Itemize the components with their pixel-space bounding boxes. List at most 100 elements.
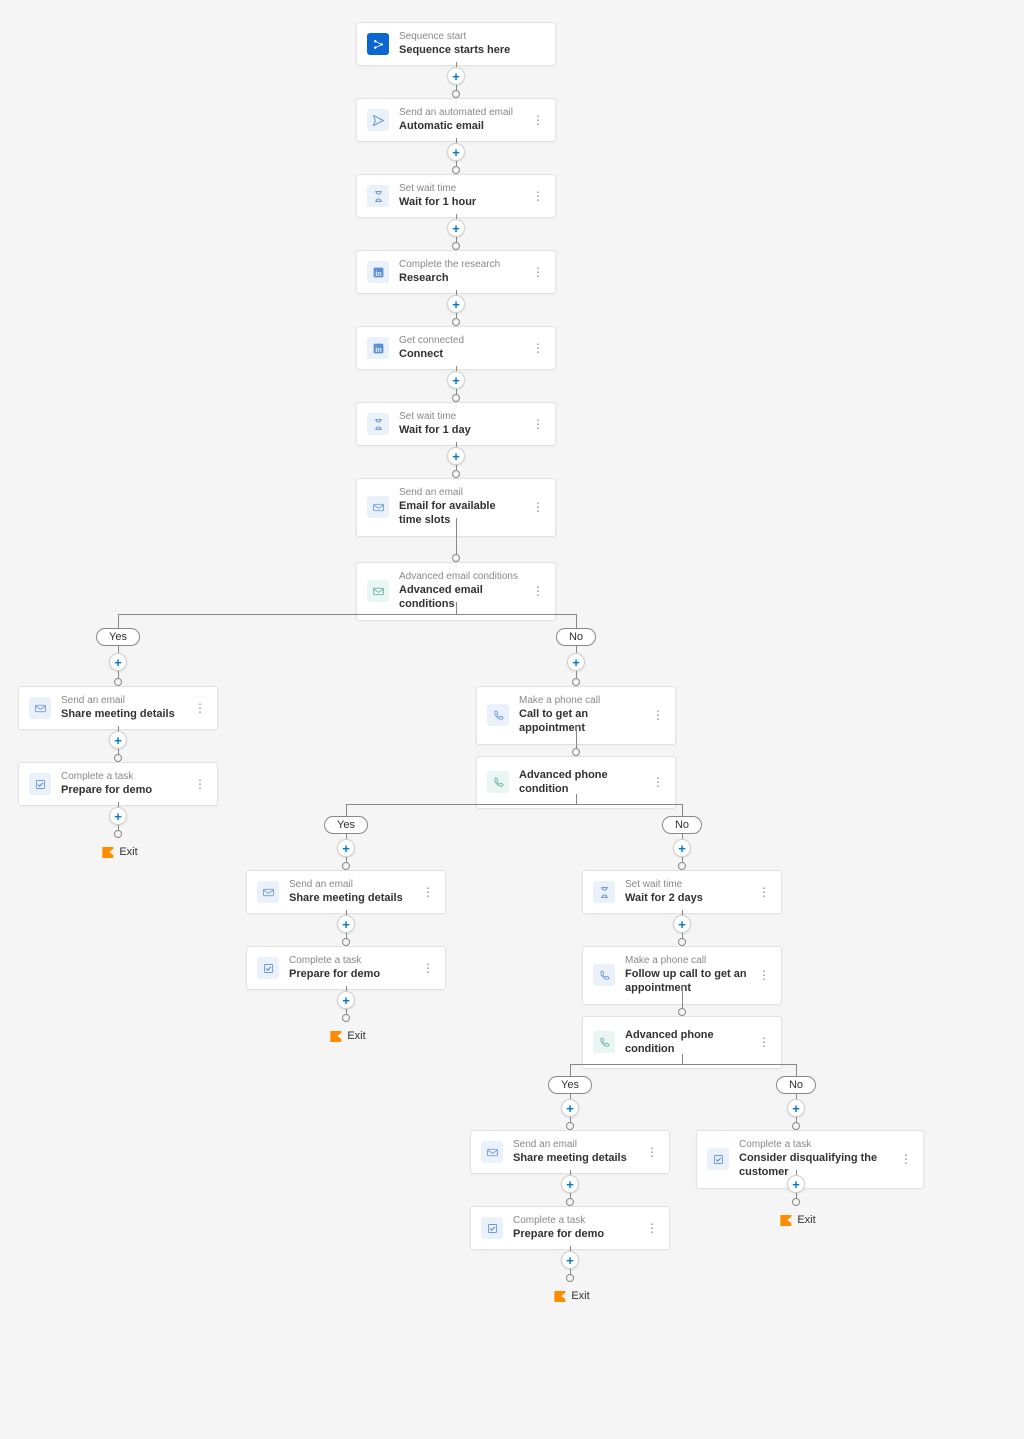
node-label: Get connected: [399, 335, 521, 347]
add-step-button[interactable]: +: [567, 653, 585, 671]
connector-dot: [342, 862, 350, 870]
add-step-button[interactable]: +: [673, 915, 691, 933]
more-options-button[interactable]: ⋮: [531, 262, 545, 282]
exit-label: Exit: [571, 1290, 589, 1302]
node-share-meeting-details-2[interactable]: Send an email Share meeting details ⋮: [246, 870, 446, 914]
node-wait-1-day[interactable]: Set wait time Wait for 1 day ⋮: [356, 402, 556, 446]
node-title: Share meeting details: [513, 1151, 635, 1165]
node-label: Complete the research: [399, 259, 521, 271]
more-options-button[interactable]: ⋮: [531, 414, 545, 434]
connector-dot: [452, 90, 460, 98]
node-label: Make a phone call: [519, 695, 641, 707]
node-prepare-demo-2[interactable]: Complete a task Prepare for demo ⋮: [246, 946, 446, 990]
add-step-button[interactable]: +: [447, 295, 465, 313]
more-options-button[interactable]: ⋮: [645, 1142, 659, 1162]
connector-dot: [566, 1274, 574, 1282]
node-share-meeting-details-1[interactable]: Send an email Share meeting details ⋮: [18, 686, 218, 730]
more-options-button[interactable]: ⋮: [193, 698, 207, 718]
connector-dot: [342, 938, 350, 946]
node-label: Make a phone call: [625, 955, 747, 967]
add-step-button[interactable]: +: [447, 143, 465, 161]
node-title: Advanced email conditions: [399, 583, 521, 612]
add-step-button[interactable]: +: [673, 839, 691, 857]
phone-icon: [487, 704, 509, 726]
node-wait-1-hour[interactable]: Set wait time Wait for 1 hour ⋮: [356, 174, 556, 218]
node-connect[interactable]: in Get connected Connect ⋮: [356, 326, 556, 370]
more-options-button[interactable]: ⋮: [531, 497, 545, 517]
more-options-button[interactable]: ⋮: [531, 186, 545, 206]
flow-canvas: Sequence start Sequence starts here + Se…: [0, 0, 1024, 1439]
flag-icon: [554, 1291, 565, 1302]
add-step-button[interactable]: +: [337, 915, 355, 933]
connector-dot: [678, 938, 686, 946]
node-title: Prepare for demo: [289, 967, 411, 981]
node-label: Send an email: [399, 487, 521, 499]
add-step-button[interactable]: +: [561, 1099, 579, 1117]
task-icon: [29, 773, 51, 795]
node-label: Complete a task: [513, 1215, 635, 1227]
more-options-button[interactable]: ⋮: [531, 338, 545, 358]
more-options-button[interactable]: ⋮: [645, 1218, 659, 1238]
add-step-button[interactable]: +: [447, 67, 465, 85]
branch-no: No: [662, 816, 702, 834]
node-label: Send an email: [61, 695, 183, 707]
condition-icon: [367, 580, 389, 602]
connector-dot: [452, 554, 460, 562]
node-label: Sequence start: [399, 31, 545, 43]
linkedin-icon: in: [367, 261, 389, 283]
flag-icon: [780, 1215, 791, 1226]
more-options-button[interactable]: ⋮: [757, 1032, 771, 1052]
add-step-button[interactable]: +: [787, 1099, 805, 1117]
node-share-meeting-details-3[interactable]: Send an email Share meeting details ⋮: [470, 1130, 670, 1174]
branch-yes: Yes: [324, 816, 368, 834]
more-options-button[interactable]: ⋮: [421, 882, 435, 902]
flow-start-icon: [367, 33, 389, 55]
node-title: Wait for 2 days: [625, 891, 747, 905]
add-step-button[interactable]: +: [787, 1175, 805, 1193]
exit-marker: Exit: [102, 846, 137, 858]
node-automated-email[interactable]: Send an automated email Automatic email …: [356, 98, 556, 142]
add-step-button[interactable]: +: [447, 219, 465, 237]
connector-dot: [566, 1122, 574, 1130]
node-title: Wait for 1 day: [399, 423, 521, 437]
connector-dot: [452, 470, 460, 478]
more-options-button[interactable]: ⋮: [531, 581, 545, 601]
connector-dot: [452, 166, 460, 174]
more-options-button[interactable]: ⋮: [757, 882, 771, 902]
node-wait-2-days[interactable]: Set wait time Wait for 2 days ⋮: [582, 870, 782, 914]
add-step-button[interactable]: +: [109, 807, 127, 825]
node-disqualify-customer[interactable]: Complete a task Consider disqualifying t…: [696, 1130, 924, 1189]
node-title: Prepare for demo: [61, 783, 183, 797]
more-options-button[interactable]: ⋮: [651, 772, 665, 792]
node-title: Share meeting details: [61, 707, 183, 721]
add-step-button[interactable]: +: [109, 731, 127, 749]
flag-icon: [330, 1031, 341, 1042]
add-step-button[interactable]: +: [109, 653, 127, 671]
more-options-button[interactable]: ⋮: [531, 110, 545, 130]
add-step-button[interactable]: +: [337, 991, 355, 1009]
node-prepare-demo-3[interactable]: Complete a task Prepare for demo ⋮: [470, 1206, 670, 1250]
more-options-button[interactable]: ⋮: [651, 705, 665, 725]
connector: [570, 1064, 796, 1065]
task-icon: [481, 1217, 503, 1239]
node-prepare-demo-1[interactable]: Complete a task Prepare for demo ⋮: [18, 762, 218, 806]
connector-dot: [114, 830, 122, 838]
connector-dot: [566, 1198, 574, 1206]
add-step-button[interactable]: +: [447, 447, 465, 465]
node-title: Sequence starts here: [399, 43, 545, 57]
node-sequence-start[interactable]: Sequence start Sequence starts here: [356, 22, 556, 66]
node-title: Email for available time slots: [399, 499, 521, 528]
add-step-button[interactable]: +: [561, 1175, 579, 1193]
add-step-button[interactable]: +: [561, 1251, 579, 1269]
more-options-button[interactable]: ⋮: [193, 774, 207, 794]
connector-dot: [678, 862, 686, 870]
more-options-button[interactable]: ⋮: [757, 965, 771, 985]
connector-dot: [452, 394, 460, 402]
node-title: Share meeting details: [289, 891, 411, 905]
add-step-button[interactable]: +: [447, 371, 465, 389]
more-options-button[interactable]: ⋮: [421, 958, 435, 978]
more-options-button[interactable]: ⋮: [899, 1149, 913, 1169]
node-research[interactable]: in Complete the research Research ⋮: [356, 250, 556, 294]
node-title: Research: [399, 271, 521, 285]
add-step-button[interactable]: +: [337, 839, 355, 857]
